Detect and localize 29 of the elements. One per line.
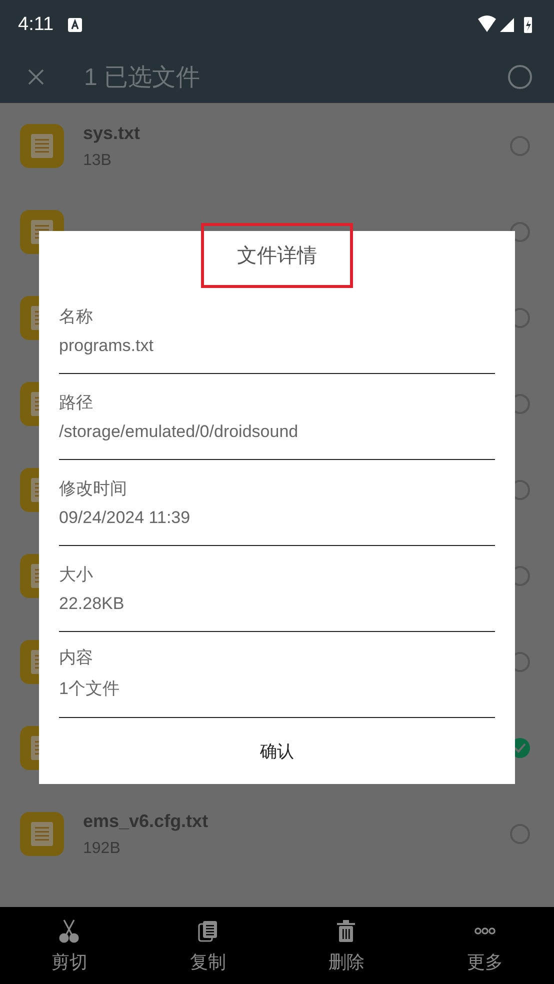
confirm-button[interactable]: 确认: [59, 718, 495, 784]
field-label: 内容: [59, 647, 94, 669]
field-value: /storage/emulated/0/droidsound: [59, 422, 300, 442]
toolbar-button[interactable]: 删除: [277, 907, 416, 984]
field-label: 路径: [59, 392, 94, 414]
field-label: 修改时间: [59, 478, 128, 500]
dialog-title: 文件详情: [201, 223, 353, 288]
field-value: 09/24/2024 11:39: [59, 508, 192, 528]
field-value: programs.txt: [59, 336, 154, 356]
field-label: 大小: [59, 564, 94, 586]
field-value: 1个文件: [59, 678, 120, 700]
toolbar-button[interactable]: 复制: [138, 907, 277, 984]
close-icon[interactable]: [28, 68, 44, 84]
copy-icon: [198, 920, 218, 942]
file-name: ems_v6.cfg.txt: [83, 810, 210, 832]
scissors-icon: [58, 918, 80, 942]
select-all-radio[interactable]: [508, 64, 532, 88]
document-icon: [20, 124, 64, 168]
more-icon: [474, 926, 496, 934]
field-label: 名称: [59, 306, 94, 328]
document-icon: [20, 812, 64, 856]
toolbar-button[interactable]: 更多: [416, 907, 554, 984]
keyboard-notification-icon: [68, 18, 82, 32]
status-time: 4:11: [18, 14, 54, 36]
field-value: 22.28KB: [59, 594, 126, 614]
trash-icon: [337, 920, 356, 942]
file-name: sys.txt: [83, 122, 142, 144]
toolbar-button[interactable]: 剪切: [0, 907, 138, 984]
selection-title: 1 已选文件: [84, 62, 202, 92]
